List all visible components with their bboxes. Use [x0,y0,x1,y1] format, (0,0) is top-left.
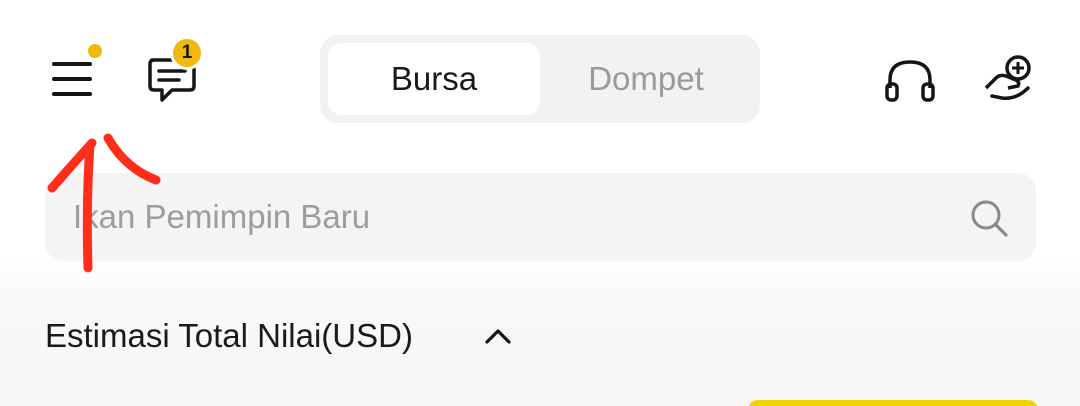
hamburger-menu-icon [52,62,92,66]
hamburger-menu-icon-bar [52,92,92,96]
tab-switcher: Bursa Dompet [320,35,760,123]
action-button-edge[interactable] [748,400,1038,406]
message-count-badge: 1 [170,36,204,70]
hamburger-menu-icon-bar [52,77,92,81]
tab-bursa[interactable]: Bursa [328,43,540,115]
search-icon[interactable] [968,197,1010,239]
headset-icon [885,60,935,102]
referral-button[interactable] [980,52,1038,108]
support-button[interactable] [880,56,940,106]
estimated-total-label: Estimasi Total Nilai(USD) [45,317,413,354]
menu-button[interactable] [48,52,98,102]
tab-dompet[interactable]: Dompet [540,43,752,115]
referral-hand-icon [984,55,1031,101]
notification-dot [88,44,102,58]
search-input[interactable]: Ikan Pemimpin Baru [73,173,370,261]
chevron-up-icon[interactable] [482,320,514,352]
search-bar[interactable]: Ikan Pemimpin Baru [45,173,1036,261]
